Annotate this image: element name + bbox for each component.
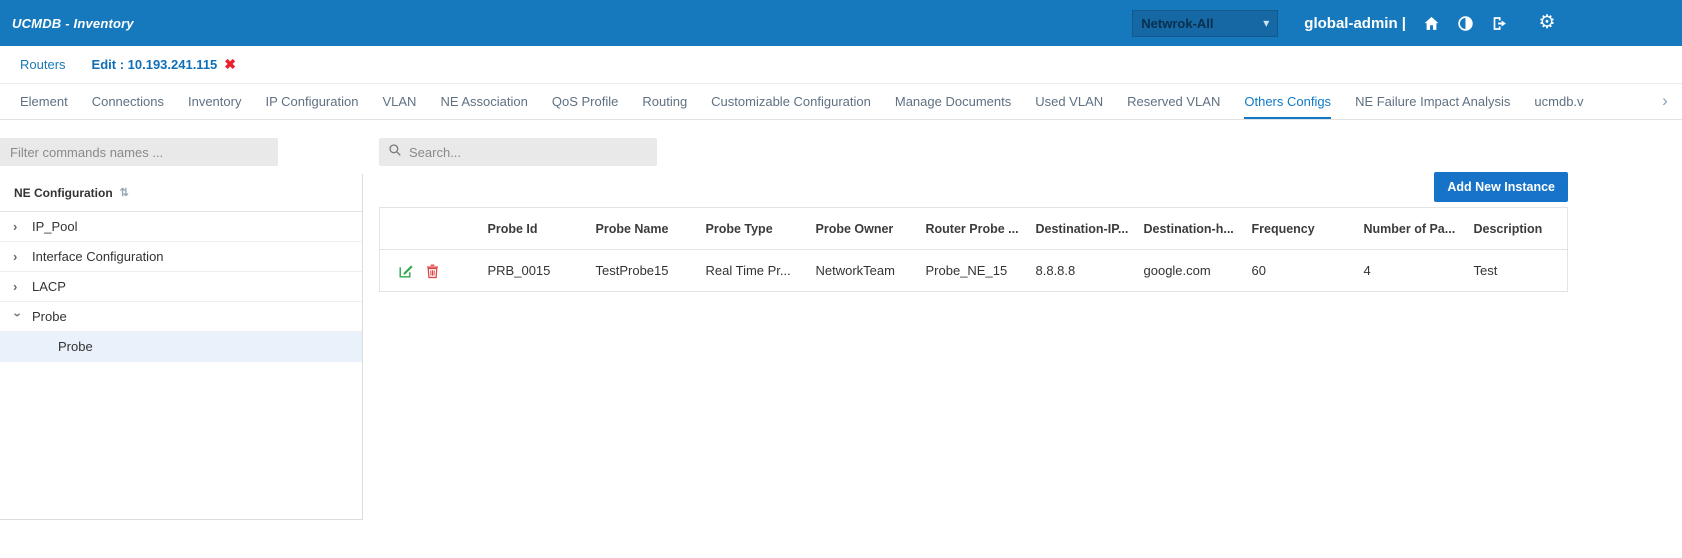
topbar-right: Netwrok-All ▾ global-admin | ⚙ (1132, 10, 1556, 37)
tab-reserved-vlan[interactable]: Reserved VLAN (1127, 84, 1220, 120)
search-box[interactable] (379, 138, 657, 166)
tree-item-interface-configuration[interactable]: › Interface Configuration (0, 242, 362, 272)
row-actions (388, 263, 472, 279)
tab-others-configs[interactable]: Others Configs (1244, 84, 1331, 120)
filter-commands-input[interactable] (0, 138, 278, 166)
search-icon (388, 143, 402, 162)
tree-item-label: Probe (58, 339, 93, 354)
cell-destination-ip: 8.8.8.8 (1028, 250, 1136, 292)
ne-configuration-tree: NE Configuration ⇅ › IP_Pool › Interface… (0, 174, 363, 520)
tab-edit-label: Edit : 10.193.241.115 (92, 57, 218, 72)
toolbar: Add New Instance (379, 172, 1568, 202)
col-router-probe: Router Probe ... (918, 208, 1028, 250)
delete-icon[interactable] (425, 263, 441, 279)
col-number-of-packets: Number of Pa... (1356, 208, 1466, 250)
home-icon[interactable] (1422, 14, 1440, 32)
cell-probe-name: TestProbe15 (588, 250, 698, 292)
col-probe-type: Probe Type (698, 208, 808, 250)
add-new-instance-button[interactable]: Add New Instance (1434, 172, 1568, 202)
tree-item-label: LACP (32, 279, 66, 294)
breadcrumb: Routers Edit : 10.193.241.115 ✖ (0, 46, 1682, 84)
cell-frequency: 60 (1244, 250, 1356, 292)
tree-item-label: Interface Configuration (32, 249, 164, 264)
tree-item-lacp[interactable]: › LACP (0, 272, 362, 302)
tab-edit-router[interactable]: Edit : 10.193.241.115 ✖ (92, 56, 237, 73)
contrast-icon[interactable] (1456, 14, 1474, 32)
search-input[interactable] (409, 145, 648, 160)
tab-vlan[interactable]: VLAN (382, 84, 416, 120)
tab-ucmdb[interactable]: ucmdb.v (1534, 84, 1583, 120)
section-nav: Element Connections Inventory IP Configu… (0, 84, 1682, 120)
col-destination-ip: Destination-IP... (1028, 208, 1136, 250)
tab-routing[interactable]: Routing (642, 84, 687, 120)
tree-header: NE Configuration ⇅ (0, 174, 362, 212)
col-probe-name: Probe Name (588, 208, 698, 250)
content: NE Configuration ⇅ › IP_Pool › Interface… (0, 120, 1682, 558)
network-select-value: Netwrok-All (1141, 16, 1213, 31)
app-title: UCMDB - Inventory (12, 16, 134, 31)
command-tree-panel: NE Configuration ⇅ › IP_Pool › Interface… (0, 138, 363, 558)
table-row: PRB_0015 TestProbe15 Real Time Pr... Net… (380, 250, 1568, 292)
cell-number-of-packets: 4 (1356, 250, 1466, 292)
edit-icon[interactable] (398, 263, 414, 279)
cell-router-probe: Probe_NE_15 (918, 250, 1028, 292)
user-label: global-admin | (1304, 15, 1406, 32)
chevron-down-icon: ▾ (1263, 16, 1269, 30)
col-probe-id: Probe Id (480, 208, 588, 250)
col-frequency: Frequency (1244, 208, 1356, 250)
tree-item-probe[interactable]: › Probe (0, 302, 362, 332)
chevron-right-icon[interactable]: › (13, 250, 23, 263)
tree-item-label: IP_Pool (32, 219, 78, 234)
cell-probe-id: PRB_0015 (480, 250, 588, 292)
chevron-right-icon[interactable]: › (13, 280, 23, 293)
settings-gear-icon[interactable]: ⚙ (1538, 14, 1556, 32)
cell-probe-type: Real Time Pr... (698, 250, 808, 292)
col-actions (380, 208, 480, 250)
tab-connections[interactable]: Connections (92, 84, 164, 120)
tab-used-vlan[interactable]: Used VLAN (1035, 84, 1103, 120)
chevron-down-icon[interactable]: › (12, 313, 25, 323)
nav-scroll-right-chevron-icon[interactable]: › (1648, 84, 1682, 118)
col-description: Description (1466, 208, 1568, 250)
tab-manage-documents[interactable]: Manage Documents (895, 84, 1011, 120)
tab-ne-association[interactable]: NE Association (440, 84, 527, 120)
tab-ip-configuration[interactable]: IP Configuration (265, 84, 358, 120)
tab-routers[interactable]: Routers (20, 57, 66, 72)
tab-customizable-configuration[interactable]: Customizable Configuration (711, 84, 871, 120)
network-select[interactable]: Netwrok-All ▾ (1132, 10, 1278, 37)
tab-ne-failure-impact-analysis[interactable]: NE Failure Impact Analysis (1355, 84, 1510, 120)
cell-destination-host: google.com (1136, 250, 1244, 292)
tab-qos-profile[interactable]: QoS Profile (552, 84, 618, 120)
col-probe-owner: Probe Owner (808, 208, 918, 250)
probe-table: Probe Id Probe Name Probe Type Probe Own… (379, 207, 1568, 292)
tree-item-probe-child[interactable]: Probe (0, 332, 362, 362)
tree-item-ip-pool[interactable]: › IP_Pool (0, 212, 362, 242)
top-bar: UCMDB - Inventory Netwrok-All ▾ global-a… (0, 0, 1682, 46)
close-icon[interactable]: ✖ (224, 56, 236, 73)
tree-header-label: NE Configuration (14, 186, 113, 200)
col-destination-host: Destination-h... (1136, 208, 1244, 250)
chevron-right-icon[interactable]: › (13, 220, 23, 233)
instances-panel: Add New Instance Probe Id Probe Name Pro… (363, 138, 1682, 558)
logout-icon[interactable] (1490, 14, 1508, 32)
table-header-row: Probe Id Probe Name Probe Type Probe Own… (380, 208, 1568, 250)
sort-icon[interactable]: ⇅ (120, 186, 129, 199)
tree-item-label: Probe (32, 309, 67, 324)
tab-inventory[interactable]: Inventory (188, 84, 241, 120)
tab-element[interactable]: Element (20, 84, 68, 120)
cell-description: Test (1466, 250, 1568, 292)
cell-probe-owner: NetworkTeam (808, 250, 918, 292)
